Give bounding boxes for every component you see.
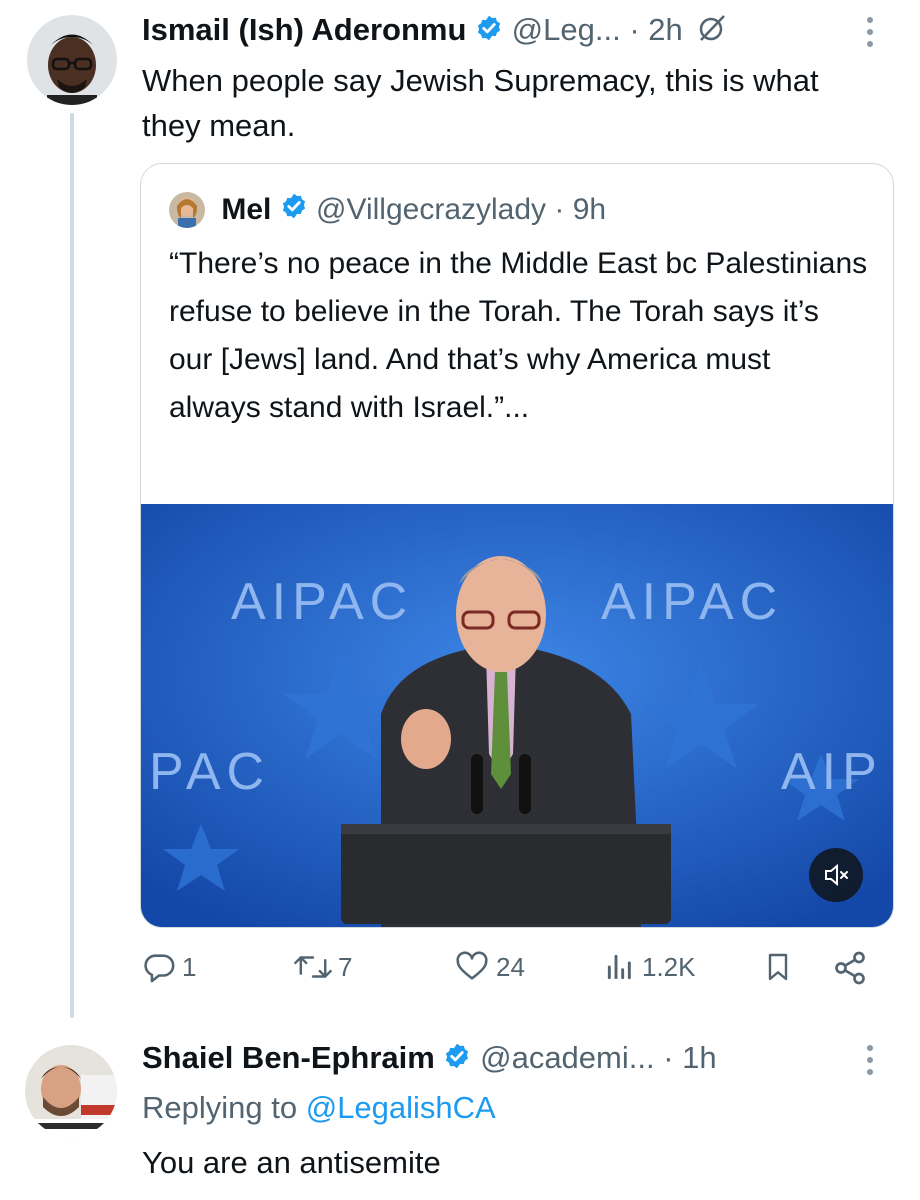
repost-icon [294, 956, 332, 978]
verified-badge-icon [443, 1042, 471, 1078]
quoted-tweet-card[interactable]: Mel @Villgecrazylady · 9h “There’s no pe… [140, 163, 894, 928]
more-options-icon[interactable] [860, 12, 880, 60]
verified-badge-icon [475, 14, 503, 50]
replying-to-link[interactable]: @LegalishCA [306, 1090, 496, 1125]
reply-count: 1 [182, 951, 197, 982]
quoted-video-media[interactable]: AIPAC AIPAC PAC AIP [141, 504, 893, 927]
tweet-action-bar: 1 7 24 1.2K [142, 950, 882, 996]
quoted-tweet-time[interactable]: · 9h [554, 193, 606, 226]
author-name[interactable]: Ismail (Ish) Aderonmu [142, 12, 466, 47]
analytics-bars-icon [607, 954, 631, 980]
views-button[interactable]: 1.2K [604, 950, 696, 984]
thread-connector-line [70, 113, 74, 1018]
banner-text-4: AIP [781, 743, 883, 801]
bookmark-icon [768, 953, 788, 981]
tweet-text: You are an antisemite [142, 1145, 441, 1180]
quoted-author-avatar[interactable] [169, 192, 205, 229]
quoted-author-handle[interactable]: @Villgecrazylady [316, 193, 546, 226]
reply-button[interactable]: 1 [142, 950, 196, 984]
banner-text-1: AIPAC [231, 573, 413, 631]
tweet-time[interactable]: · 2h [629, 12, 682, 47]
banner-text-3: PAC [149, 743, 270, 801]
quoted-tweet-header: Mel @Villgecrazylady · 9h [169, 192, 606, 229]
author-handle[interactable]: @Leg... [512, 12, 621, 47]
view-count: 1.2K [642, 951, 696, 982]
quoted-author-name[interactable]: Mel [221, 193, 271, 226]
author-avatar[interactable] [27, 15, 117, 105]
grok-icon[interactable] [697, 13, 727, 51]
speaker-muted-icon [825, 863, 848, 887]
banner-text-2: AIPAC [601, 573, 783, 631]
heart-icon [456, 951, 488, 980]
verified-badge-icon [280, 192, 308, 228]
replying-to-line: Replying to @LegalishCA [142, 1090, 496, 1126]
replying-to-prefix: Replying to [142, 1090, 298, 1125]
quoted-tweet-text: “There’s no peace in the Middle East bc … [169, 247, 868, 424]
mute-button[interactable] [809, 848, 863, 902]
bookmark-button[interactable] [762, 950, 800, 984]
tweet-text: When people say Jewish Supremacy, this i… [142, 63, 819, 143]
tweet-header: Shaiel Ben-Ephraim @academi... · 1h [142, 1040, 717, 1078]
repost-count: 7 [338, 951, 353, 982]
like-count: 24 [496, 951, 525, 982]
more-options-icon[interactable] [860, 1040, 880, 1088]
tweet-header: Ismail (Ish) Aderonmu @Leg... · 2h [142, 12, 727, 51]
author-name[interactable]: Shaiel Ben-Ephraim [142, 1040, 435, 1075]
share-button[interactable] [832, 950, 874, 986]
video-frame: AIPAC AIPAC PAC AIP [141, 504, 893, 927]
author-handle[interactable]: @academi... [480, 1040, 654, 1075]
like-button[interactable]: 24 [454, 950, 525, 984]
share-icon [835, 951, 865, 985]
repost-button[interactable]: 7 [294, 950, 352, 984]
tweet-time[interactable]: · 1h [663, 1040, 716, 1075]
author-avatar[interactable] [25, 1045, 117, 1137]
reply-icon [144, 954, 175, 983]
